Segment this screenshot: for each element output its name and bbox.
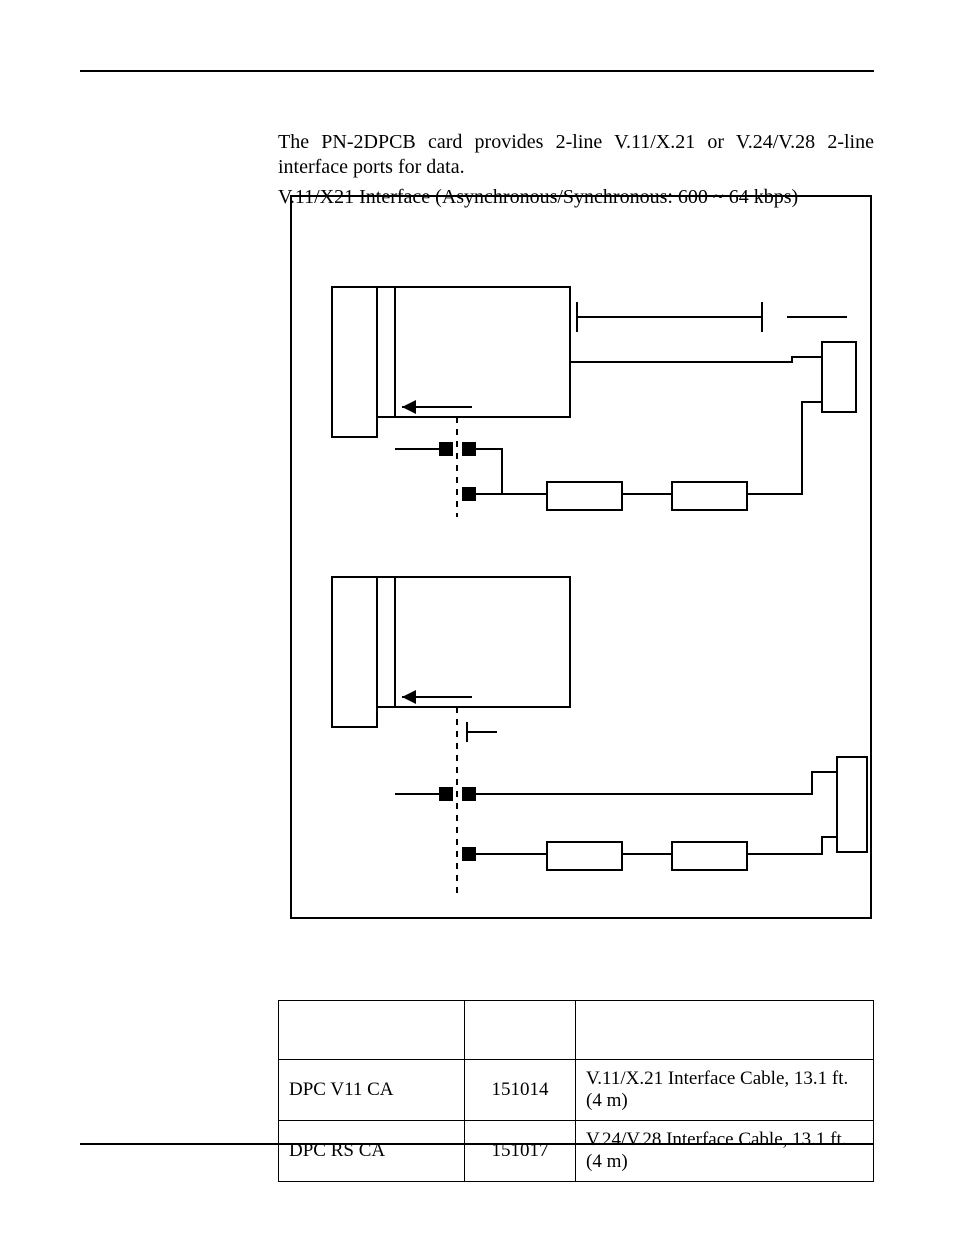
table-row: DPC V11 CA 151014 V.11/X.21 Interface Ca… [279, 1060, 874, 1121]
header-cat [465, 1001, 576, 1060]
diagram-container [290, 195, 872, 919]
header-name [279, 1001, 465, 1060]
cell-desc: V.24/V.28 Interface Cable, 13.1 ft. (4 m… [576, 1121, 874, 1182]
table-row: DPC RS CA 151017 V.24/V.28 Interface Cab… [279, 1121, 874, 1182]
cell-cat: 151017 [465, 1121, 576, 1182]
parts-table-wrap: DPC V11 CA 151014 V.11/X.21 Interface Ca… [278, 1000, 874, 1182]
bottom-rule [80, 1143, 874, 1145]
top-rule [80, 70, 874, 72]
table-header-row [279, 1001, 874, 1060]
intro-paragraph: The PN-2DPCB card provides 2-line V.11/X… [278, 130, 874, 180]
cell-name: DPC V11 CA [279, 1060, 465, 1121]
cell-name: DPC RS CA [279, 1121, 465, 1182]
interface-diagram-icon [292, 197, 870, 917]
page: The PN-2DPCB card provides 2-line V.11/X… [0, 0, 954, 1235]
parts-table: DPC V11 CA 151014 V.11/X.21 Interface Ca… [278, 1000, 874, 1182]
cell-desc: V.11/X.21 Interface Cable, 13.1 ft. (4 m… [576, 1060, 874, 1121]
cell-cat: 151014 [465, 1060, 576, 1121]
header-desc [576, 1001, 874, 1060]
